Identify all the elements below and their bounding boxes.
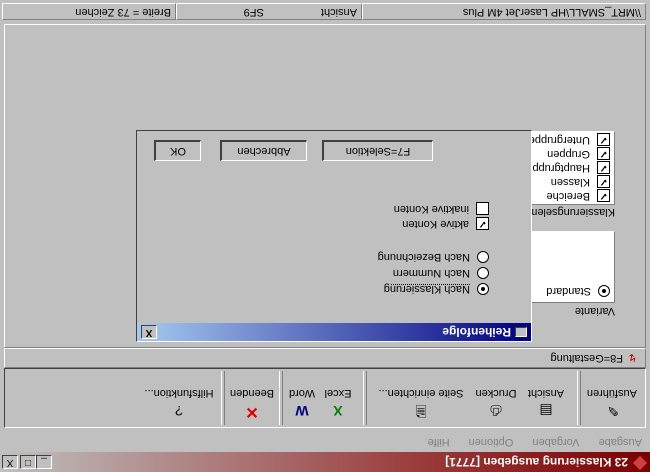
dialog-system-icon	[515, 327, 527, 337]
status-view-key: SF9	[243, 6, 264, 18]
hint-icon: ↯	[627, 351, 637, 363]
variant-radio[interactable]	[598, 284, 610, 297]
close-button[interactable]: X	[2, 455, 18, 469]
list-item[interactable]: Standard	[546, 284, 610, 297]
status-view: Ansicht SF9	[176, 3, 362, 20]
view-button[interactable]: ▤ Ansicht	[523, 367, 569, 425]
app-diamond-icon	[632, 455, 648, 471]
page-setup-button[interactable]: 🗎 Seite einrichten...	[373, 367, 469, 425]
order-dialog: Reihenfolge X Nach Klassierung Nach Numm…	[136, 130, 532, 342]
menu-optionen[interactable]: Optionen	[469, 436, 514, 448]
status-view-label: Ansicht	[320, 6, 357, 18]
pencil-icon: ✎	[607, 403, 619, 419]
checkbox-hauptgruppen[interactable]: ✓	[597, 161, 610, 174]
radio-numbers[interactable]	[477, 266, 489, 279]
checkbox-klassen[interactable]: ✓	[597, 175, 610, 188]
list-item[interactable]: ✓ Klassen	[551, 175, 610, 188]
view-icon: ▤	[539, 403, 553, 419]
ok-button[interactable]: OK	[154, 140, 201, 161]
dialog-title: Reihenfolge	[442, 325, 511, 339]
print-button[interactable]: ⎙ Drucken	[473, 367, 519, 425]
list-item[interactable]: ✓ Hauptgruppen	[520, 161, 610, 174]
list-item[interactable]: ✓ Untergruppen	[523, 133, 610, 146]
sort-option-description[interactable]: Nach Bezeichnung	[378, 250, 489, 263]
printer-icon: ⎙	[490, 403, 502, 419]
page-setup-icon: 🗎	[415, 403, 427, 419]
status-printer: \\MRT_SMALL\HP LaserJet 4M Plus	[362, 3, 646, 20]
toolbar-separator	[221, 371, 225, 425]
maximize-button[interactable]: □	[20, 455, 36, 469]
word-button[interactable]: W Word	[285, 367, 319, 425]
window-title: 23 Klassierung ausgeben [7771]	[445, 455, 628, 469]
checkbox-untergruppen[interactable]: ✓	[597, 133, 610, 146]
selection-button[interactable]: F7=Selektion	[322, 140, 433, 161]
cancel-button[interactable]: Abbrechen	[220, 140, 307, 161]
quit-button[interactable]: ✕ Beenden	[229, 367, 275, 425]
list-item[interactable]: ✓ Gruppen	[547, 147, 610, 160]
toolbar-separator	[279, 371, 283, 425]
menu-vorgaben[interactable]: Vorgaben	[532, 436, 579, 448]
status-width: Breite = 73 Zeichen	[2, 3, 176, 20]
help-icon: ?	[175, 403, 183, 419]
help-function-button[interactable]: ? Hilfsfunktion...	[141, 367, 217, 425]
minimize-button[interactable]: _	[36, 455, 52, 469]
sort-option-numbers[interactable]: Nach Nummern	[393, 266, 489, 279]
checkbox-gruppen[interactable]: ✓	[597, 147, 610, 160]
hint-text: F8=Gestaltung	[550, 352, 623, 364]
execute-button[interactable]: ✎ Ausführen	[587, 367, 637, 425]
list-item[interactable]: ✓ Bereiche	[547, 189, 610, 202]
toolbar-separator	[577, 371, 581, 425]
checkbox-inactive-accounts[interactable]	[476, 202, 489, 215]
menu-bar: Ausgabe Vorgaben Optionen Hilfe	[412, 432, 642, 448]
excel-button[interactable]: X Excel	[321, 367, 355, 425]
checkbox-active-accounts[interactable]: ✓	[476, 217, 489, 230]
close-red-icon: ✕	[245, 403, 259, 420]
menu-hilfe[interactable]: Hilfe	[428, 436, 450, 448]
application-window: 23 Klassierung ausgeben [7771] _ □ X Aus…	[0, 0, 650, 472]
toolbar-separator	[363, 371, 367, 425]
word-icon: W	[295, 403, 309, 419]
excel-icon: X	[333, 403, 343, 419]
hint-bar: ↯ F8=Gestaltung	[4, 348, 646, 368]
radio-description[interactable]	[477, 250, 489, 263]
variant-label: Variante	[574, 305, 615, 317]
radio-classification[interactable]	[477, 282, 489, 295]
toolbar: ✎ Ausführen ▤ Ansicht ⎙ Drucken 🗎 Seite …	[4, 368, 646, 428]
title-bar: 23 Klassierung ausgeben [7771] _ □ X	[0, 452, 650, 472]
status-bar: \\MRT_SMALL\HP LaserJet 4M Plus Ansicht …	[0, 2, 650, 22]
inactive-accounts-option[interactable]: inaktive Konten	[394, 202, 489, 215]
checkbox-bereiche[interactable]: ✓	[597, 189, 610, 202]
dialog-close-button[interactable]: X	[141, 325, 157, 339]
active-accounts-option[interactable]: ✓ aktive Konten	[402, 217, 489, 230]
dialog-title-bar: Reihenfolge X	[137, 323, 531, 341]
sort-option-classification[interactable]: Nach Klassierung	[384, 282, 489, 295]
menu-ausgabe[interactable]: Ausgabe	[599, 436, 642, 448]
